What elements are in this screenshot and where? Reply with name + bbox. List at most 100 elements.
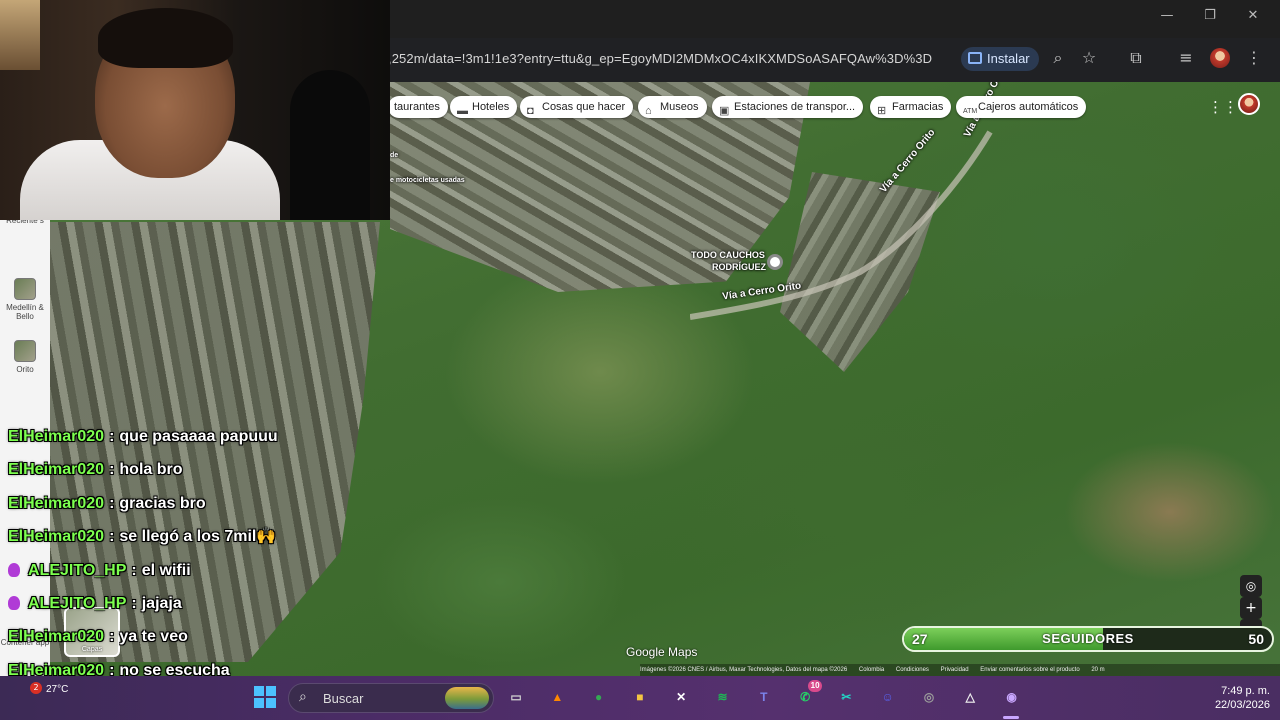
maximize-icon[interactable]: ❐ [1200,8,1220,23]
chip-label: Farmacias [892,101,944,113]
chat-message: ElHeimar020: se llegó a los 7mil🙌 [8,524,276,550]
chip-pharmacies[interactable]: ⊞ Farmacias [870,96,952,118]
chat-separator: : [109,461,115,479]
chip-label: Museos [660,101,699,113]
chat-text: se llegó a los 7mil🙌 [119,528,277,546]
spotify-icon[interactable]: ≋ [712,686,734,708]
sidebar-item-orito[interactable]: Orito [0,340,50,374]
media-control-icon[interactable]: ≡ [1175,48,1197,67]
zoom-in-button[interactable]: + [1240,597,1262,619]
notification-badge: 10 [808,680,823,692]
poi-label-line2[interactable]: RODRÍGUEZ [712,262,766,272]
webcam-background-shelf [0,0,40,70]
system-clock[interactable]: 7:49 p. m. 22/03/2026 [1190,684,1270,712]
chat-separator: : [109,494,115,512]
map-label-small-2: e motocicletas usadas [390,177,465,184]
chat-message: ElHeimar020: que pasaaaa papuuu [8,424,278,450]
capcut-icon[interactable]: ✕ [670,686,692,708]
sidebar-item-medellin[interactable]: Medellín & Bello [0,278,50,321]
address-bar[interactable]: ,252m/data=!3m1!1e3?entry=ttu&g_ep=EgoyM… [388,51,932,66]
attribution-imagery: Imágenes ©2026 CNES / Airbus, Maxar Tech… [640,667,848,673]
attribution-scale[interactable]: 20 m [1091,667,1104,673]
minimize-icon[interactable]: — [1157,8,1177,23]
chat-separator: : [131,595,137,612]
chip-restaurants[interactable]: taurantes [388,96,448,118]
chip-transit[interactable]: ▣ Estaciones de transpor... [712,96,864,118]
sidebar-item-label: Orito [16,365,34,374]
whatsapp-icon[interactable]: ✆ 10 [794,680,823,708]
map-attribution: Imágenes ©2026 CNES / Airbus, Maxar Tech… [640,664,1280,676]
chat-username: ElHeimar020 [8,494,105,512]
obs-recording-icon[interactable]: ◉ [1001,686,1023,708]
chat-separator: : [109,428,115,445]
chip-things-to-do[interactable]: ◘ Cosas que hacer [520,96,634,118]
chat-text: hola bro [119,461,183,479]
taskbar-search[interactable]: ⌕ Buscar [288,683,494,713]
profile-avatar[interactable] [1210,48,1230,68]
chrome-icon[interactable]: ● [588,686,610,708]
atm-icon: ATM [963,108,978,115]
subscriber-badge-icon [8,596,20,610]
chip-museums[interactable]: ⌂ Museos [638,96,707,118]
poi-pin-icon[interactable] [767,254,783,270]
capcut-alt-icon[interactable]: ✂ [835,686,857,708]
chat-text: ya te veo [119,628,188,646]
discord-icon[interactable]: ☺ [877,686,899,708]
chip-label: Hoteles [472,101,510,113]
chat-username: ElHeimar020 [8,461,105,479]
chat-message: ElHeimar020: gracias bro [8,491,206,517]
file-explorer-icon[interactable]: ■ [629,686,651,708]
transit-icon: ▣ [719,105,730,117]
poi-label-line1[interactable]: TODO CAUCHOS [691,250,765,260]
chat-text: el wifii [141,561,191,579]
my-location-icon[interactable]: ◎ [1240,575,1262,597]
map-label-small-1: de [390,152,399,159]
webcam-overlay [0,0,390,220]
subscriber-badge-icon [8,562,20,577]
chat-text: gracias bro [119,494,206,512]
attribution-privacy[interactable]: Privacidad [941,667,969,673]
menu-dots-icon[interactable]: ⋮ [1243,48,1265,67]
chip-atms[interactable]: ATM Cajeros automáticos [956,96,1087,118]
webcam-person-hair [98,8,233,68]
attribution-country[interactable]: Colombia [859,667,884,673]
followers-label: SEGUIDORES [1042,631,1134,646]
chat-text: jajaja [141,595,182,612]
zoom-icon[interactable]: ⌕ [1047,48,1069,68]
search-highlight-image [445,687,489,709]
museum-icon: ⌂ [645,105,652,117]
chip-label: Cajeros automáticos [978,101,1079,113]
install-label: Instalar [987,51,1030,66]
install-icon [968,52,982,64]
bookmark-star-icon[interactable]: ☆ [1078,48,1100,67]
attribution-terms[interactable]: Condiciones [896,667,929,673]
close-icon[interactable]: ✕ [1243,8,1263,23]
extensions-icon[interactable]: ⧉ [1125,48,1147,68]
chat-separator: : [109,528,115,546]
chat-username: ElHeimar020 [8,628,105,646]
chat-message: ElHeimar020: ya te veo [8,624,188,650]
install-app-button[interactable]: Instalar [961,47,1039,71]
account-avatar[interactable] [1238,93,1260,115]
camera-icon: ◘ [527,105,534,117]
followers-goal-bar: 27 SEGUIDORES 50 [902,626,1274,652]
unity-icon[interactable]: △ [959,686,981,708]
weather-widget[interactable]: 27°C [46,684,68,695]
followers-goal: 50 [1248,631,1264,647]
chat-message: ElHeimar020: hola bro [8,457,183,483]
chat-text: que pasaaaa papuuu [119,428,278,445]
place-thumbnail [14,340,36,362]
chat-separator: : [109,628,115,646]
pharmacy-icon: ⊞ [877,105,887,117]
chat-username: ALEJITO_HP [28,561,127,579]
teams-icon[interactable]: T [753,686,775,708]
chip-hotels[interactable]: ▬ Hoteles [450,96,518,118]
obs-icon[interactable]: ◎ [918,686,940,708]
screen: de e motocicletas usadas TODO CAUCHOS RO… [0,0,1280,720]
task-view-icon[interactable]: ▭ [505,686,527,708]
clock-date: 22/03/2026 [1214,699,1270,711]
attribution-feedback[interactable]: Enviar comentarios sobre el producto [980,667,1079,673]
vlc-icon[interactable]: ▲ [546,686,568,708]
chat-username: ALEJITO_HP [28,595,127,612]
start-button[interactable] [254,686,276,708]
